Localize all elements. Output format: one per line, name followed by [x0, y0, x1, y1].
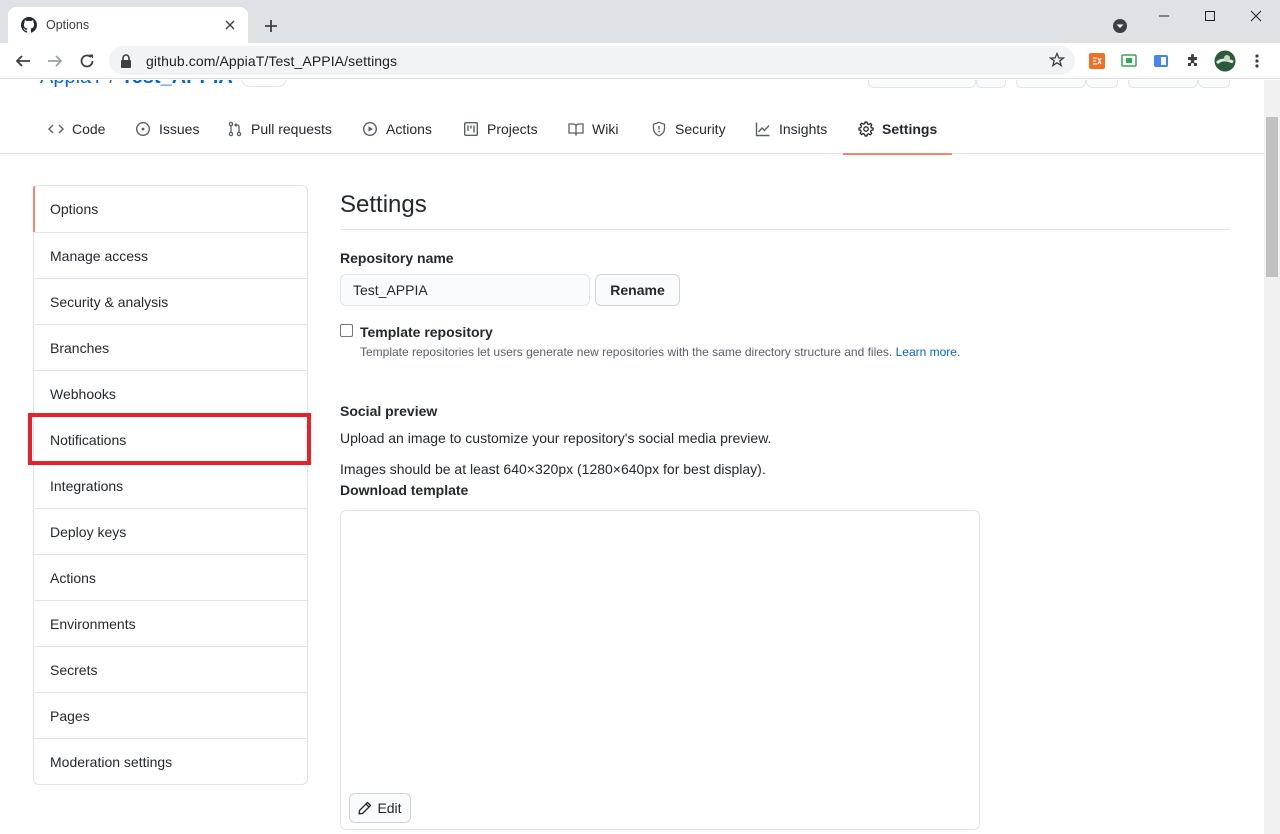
tab-projects-label: Projects [487, 121, 538, 137]
graph-icon [755, 122, 770, 137]
bookmark-star-icon[interactable] [1048, 51, 1066, 68]
close-tab-icon[interactable] [222, 17, 238, 33]
extension-green-icon[interactable] [1120, 52, 1138, 70]
tab-wiki[interactable]: Wiki [568, 104, 618, 154]
tab-security[interactable]: Security [651, 104, 726, 154]
repo-name-label: Repository name [340, 250, 454, 266]
menu-item-webhooks[interactable]: Webhooks [34, 370, 307, 416]
repo-nav: Code Issues Pull requests Actions Projec… [0, 104, 1264, 155]
tab-search-icon[interactable] [1111, 17, 1129, 35]
menu-item-deploy-keys[interactable]: Deploy keys [34, 508, 307, 554]
address-bar[interactable]: github.com/AppiaT/Test_APPIA/settings [109, 46, 1075, 75]
extensions-puzzle-icon[interactable] [1184, 52, 1202, 70]
scrollbar-thumb[interactable] [1266, 117, 1278, 277]
github-page: AppiaT/Test_APPIA Code Issues Pull reque… [0, 80, 1264, 834]
profile-avatar[interactable] [1214, 50, 1236, 72]
menu-item-moderation-settings[interactable]: Moderation settings [34, 738, 307, 784]
back-arrow-icon[interactable] [12, 50, 34, 72]
tab-insights-label: Insights [779, 121, 828, 137]
git-pull-request-icon [228, 121, 242, 137]
tab-security-label: Security [675, 121, 726, 137]
close-window-icon[interactable] [1246, 6, 1266, 26]
menu-item-manage-access[interactable]: Manage access [34, 232, 307, 278]
tab-actions[interactable]: Actions [362, 104, 432, 154]
template-repo-note: Template repositories let users generate… [360, 345, 960, 359]
fork-button[interactable] [1128, 80, 1198, 88]
tab-issues-label: Issues [159, 121, 200, 137]
template-note-text: Template repositories let users generate… [360, 345, 893, 359]
page-title: Settings [340, 191, 1230, 230]
project-icon [464, 122, 479, 137]
menu-item-integrations[interactable]: Integrations [34, 462, 307, 508]
social-preview-box: Edit [340, 510, 980, 830]
menu-item-pages[interactable]: Pages [34, 692, 307, 738]
browser-tab[interactable]: Options [8, 7, 248, 43]
menu-item-branches[interactable]: Branches [34, 324, 307, 370]
edit-button-label: Edit [377, 800, 402, 816]
menu-item-notifications[interactable]: Notifications [34, 416, 307, 462]
star-button[interactable] [1016, 80, 1086, 88]
tab-issues[interactable]: Issues [135, 104, 199, 154]
tab-wiki-label: Wiki [592, 121, 619, 137]
extension-blue-icon[interactable] [1152, 52, 1170, 70]
tab-settings-label: Settings [882, 121, 938, 137]
tab-title: Options [46, 18, 90, 32]
tab-actions-label: Actions [386, 121, 432, 137]
social-preview-desc: Upload an image to customize your reposi… [340, 430, 772, 446]
new-tab-icon[interactable] [261, 16, 281, 36]
tab-code-label: Code [72, 121, 106, 137]
star-count[interactable] [1086, 80, 1118, 88]
reload-icon[interactable] [76, 50, 98, 72]
learn-more-link[interactable]: Learn more. [896, 345, 961, 359]
download-template-link[interactable]: Download template [340, 482, 468, 498]
browser-toolbar: github.com/AppiaT/Test_APPIA/settings [0, 43, 1280, 79]
shield-icon [652, 121, 666, 137]
menu-item-secrets[interactable]: Secrets [34, 646, 307, 692]
page-scrollbar[interactable] [1264, 80, 1280, 834]
repo-name-input[interactable]: Test_APPIA [340, 274, 590, 306]
tab-pull-requests[interactable]: Pull requests [227, 104, 332, 154]
settings-main: Settings Repository name Test_APPIA Rena… [340, 185, 1230, 830]
github-logo-icon [21, 17, 37, 33]
fork-count[interactable] [1198, 80, 1230, 88]
edit-button[interactable]: Edit [349, 793, 411, 823]
tab-settings[interactable]: Settings [842, 104, 953, 155]
watch-button[interactable] [868, 80, 976, 88]
code-icon [48, 124, 64, 134]
pencil-icon [358, 801, 372, 815]
extension-orange-icon[interactable] [1088, 52, 1106, 70]
template-repo-label[interactable]: Template repository [360, 324, 493, 340]
url-text: github.com/AppiaT/Test_APPIA/settings [146, 52, 398, 69]
lock-icon [120, 53, 134, 68]
minimize-icon[interactable] [1154, 6, 1174, 26]
maximize-icon[interactable] [1200, 6, 1220, 26]
tab-projects[interactable]: Projects [463, 104, 538, 154]
social-preview-title: Social preview [340, 403, 438, 419]
menu-item-security-analysis[interactable]: Security & analysis [34, 278, 307, 324]
watch-count[interactable] [976, 80, 1006, 88]
repo-owner-link[interactable]: AppiaT [40, 80, 103, 88]
repo-name-link[interactable]: Test_APPIA [121, 80, 233, 88]
visibility-label [240, 80, 287, 87]
tab-code[interactable]: Code [48, 104, 105, 154]
menu-item-environments[interactable]: Environments [34, 600, 307, 646]
forward-arrow-icon[interactable] [44, 50, 66, 72]
issue-opened-icon [135, 121, 151, 137]
template-repo-checkbox[interactable] [340, 324, 353, 337]
settings-menu: Options Manage access Security & analysi… [33, 185, 308, 785]
browser-tabstrip: Options [0, 0, 1280, 43]
gear-icon [858, 121, 874, 137]
rename-button[interactable]: Rename [595, 274, 680, 306]
tab-pull-requests-label: Pull requests [251, 121, 332, 137]
social-preview-size: Images should be at least 640×320px (128… [340, 461, 766, 477]
browser-menu-icon[interactable] [1248, 52, 1266, 70]
book-icon [568, 123, 584, 137]
repo-breadcrumb: AppiaT/Test_APPIA [40, 80, 287, 89]
play-icon [362, 121, 378, 137]
tab-insights[interactable]: Insights [755, 104, 827, 154]
menu-item-options[interactable]: Options [33, 186, 307, 232]
menu-item-actions[interactable]: Actions [34, 554, 307, 600]
